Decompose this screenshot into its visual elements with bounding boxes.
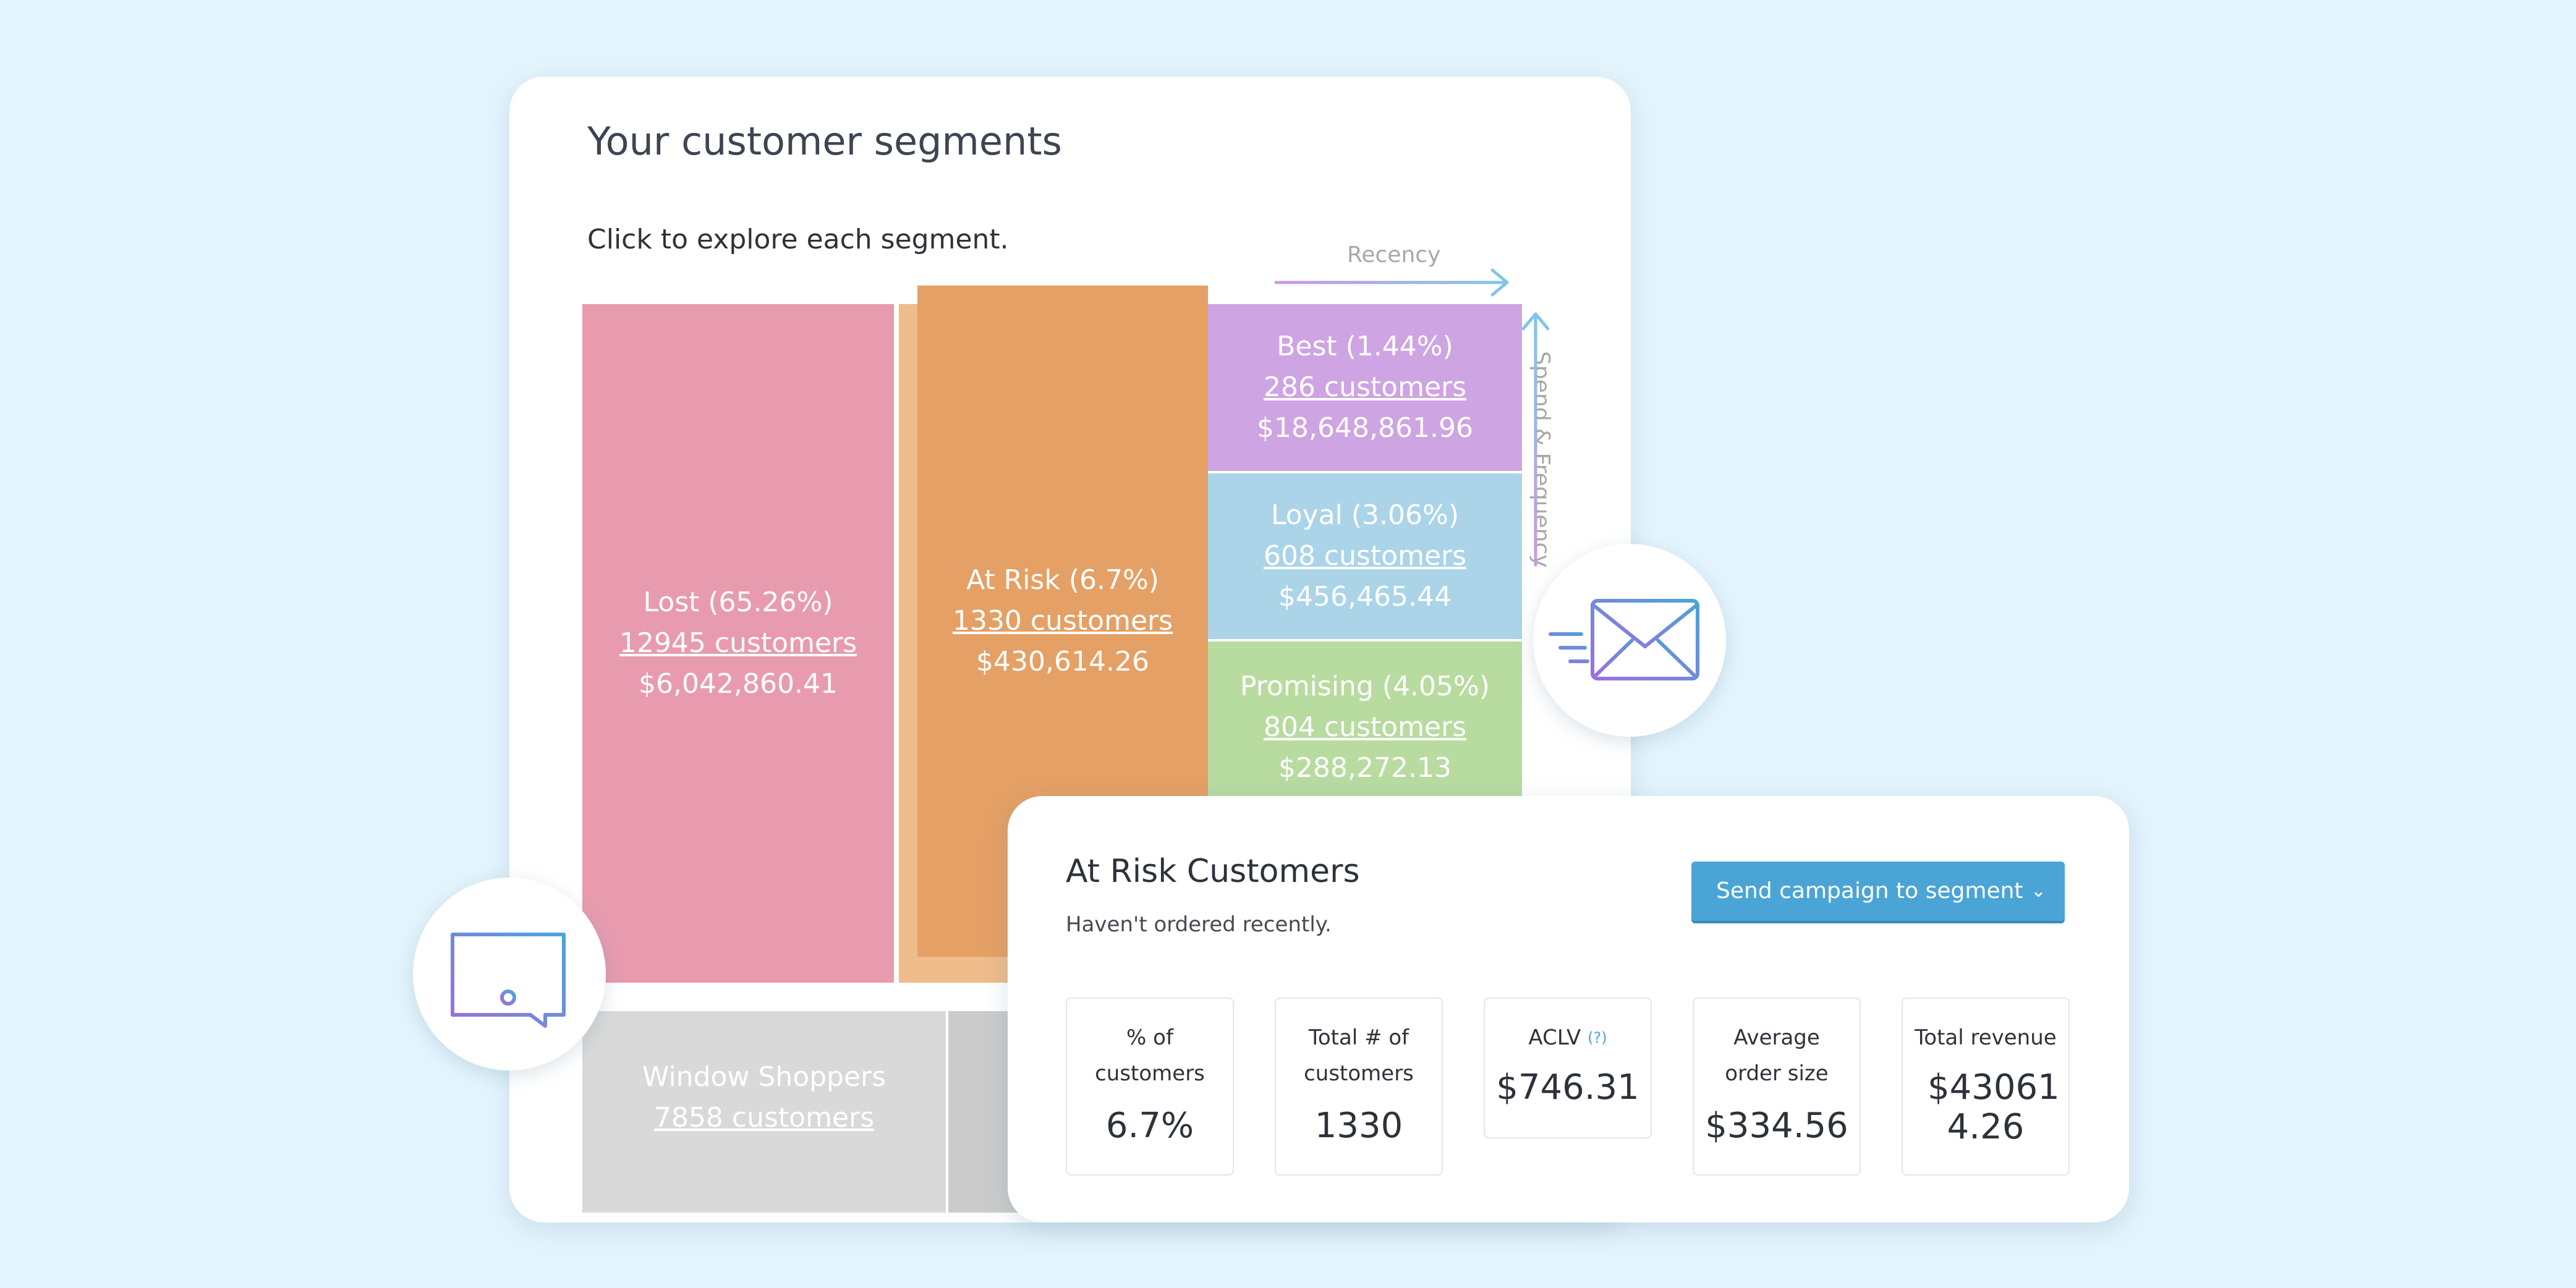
segment-loyal[interactable]: Loyal (3.06%) 608 customers $456,465.44 (1208, 473, 1522, 642)
segment-at-risk-revenue: $430,614.26 (976, 646, 1149, 677)
segment-best[interactable]: Best (1.44%) 286 customers $18,648,861.9… (1208, 304, 1522, 473)
detail-subtitle: Haven't ordered recently. (1066, 912, 1332, 937)
segment-promising-name: Promising (4.05%) (1240, 671, 1490, 702)
alert-message-icon (451, 933, 566, 1028)
stat-percent-customers: % of customers 6.7% (1066, 998, 1234, 1176)
stat-value: $334.56 (1705, 1106, 1848, 1146)
segment-best-name: Best (1.44%) (1277, 331, 1453, 362)
segment-loyal-name: Loyal (3.06%) (1271, 499, 1459, 531)
segment-lost-revenue: $6,042,860.41 (639, 668, 838, 700)
aclv-help-link[interactable]: (?) (1588, 1029, 1607, 1046)
segment-lost[interactable]: Lost (65.26%) 12945 customers $6,042,860… (582, 304, 896, 983)
stat-value: $746.31 (1496, 1067, 1639, 1108)
stat-value: $43061 4.26 (1928, 1067, 2060, 1147)
stat-label: Total # of customers (1304, 1025, 1414, 1086)
segment-loyal-revenue: $456,465.44 (1278, 581, 1452, 612)
stat-total-customers: Total # of customers 1330 (1275, 998, 1443, 1176)
stat-total-revenue: Total revenue $43061 4.26 (1902, 998, 2070, 1176)
segment-detail-panel: At Risk Customers Haven't ordered recent… (1008, 796, 2129, 1222)
stat-label: ACLV (?) (1494, 1020, 1642, 1056)
segment-promising-revenue: $288,272.13 (1278, 752, 1452, 784)
segment-window-shoppers[interactable]: Window Shoppers 7858 customers (582, 1011, 946, 1213)
chevron-down-icon[interactable]: ⌄ (2031, 862, 2046, 921)
segment-at-risk-customers-link[interactable]: 1330 customers (953, 601, 1173, 642)
stat-aclv: ACLV (?) $746.31 (1484, 998, 1652, 1138)
stat-label: Average order size (1725, 1025, 1829, 1086)
segment-promising-customers-link[interactable]: 804 customers (1264, 707, 1466, 748)
segment-window-shoppers-customers-link[interactable]: 7858 customers (654, 1098, 874, 1138)
segment-best-revenue: $18,648,861.96 (1257, 412, 1473, 444)
segment-lost-name: Lost (65.26%) (643, 587, 833, 618)
segment-best-customers-link[interactable]: 286 customers (1264, 367, 1466, 408)
stat-value: 6.7% (1105, 1106, 1194, 1146)
stat-value: 1330 (1314, 1106, 1403, 1146)
send-campaign-label: Send campaign to segment (1716, 878, 2023, 904)
mail-bubble (1533, 544, 1726, 737)
alert-bubble (413, 878, 606, 1070)
segment-loyal-customers-link[interactable]: 608 customers (1264, 536, 1466, 577)
stat-label: Total revenue (1915, 1025, 2057, 1050)
segment-at-risk-name: At Risk (6.7%) (966, 564, 1159, 596)
send-campaign-button[interactable]: Send campaign to segment ⌄ (1691, 862, 2065, 921)
detail-title: At Risk Customers (1066, 853, 1360, 890)
stat-label: % of customers (1095, 1025, 1205, 1086)
segment-window-shoppers-name: Window Shoppers (642, 1061, 886, 1093)
mail-icon (1549, 599, 1699, 680)
aclv-label: ACLV (1528, 1025, 1581, 1050)
segment-lost-customers-link[interactable]: 12945 customers (619, 623, 857, 664)
stat-average-order-size: Average order size $334.56 (1693, 998, 1861, 1176)
